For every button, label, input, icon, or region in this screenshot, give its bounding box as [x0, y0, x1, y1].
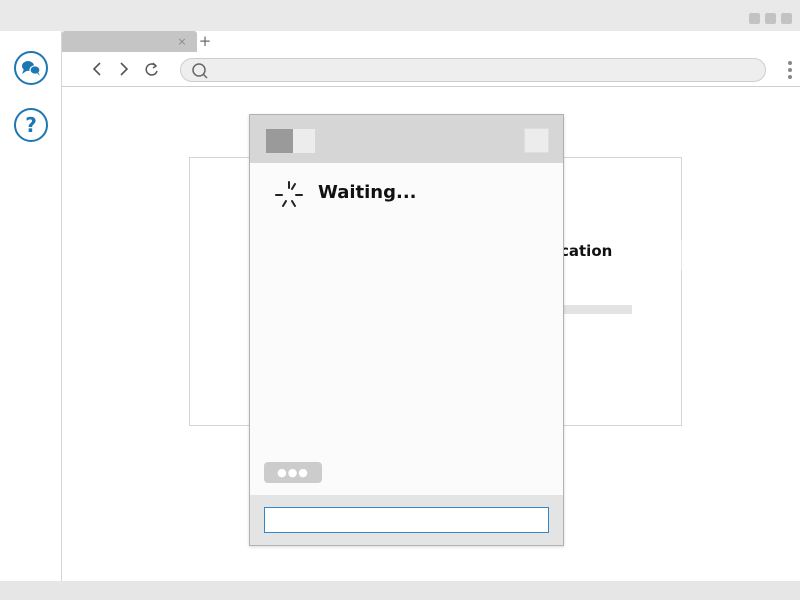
reload-button[interactable] [142, 58, 162, 80]
reload-icon [145, 62, 158, 76]
tab-close-icon[interactable]: × [176, 32, 188, 52]
back-button[interactable] [87, 58, 107, 80]
minimize-button[interactable] [749, 13, 760, 24]
forward-arrow-icon [120, 62, 129, 76]
card-text-placeholder [562, 305, 632, 314]
dialog-logo-dark [266, 129, 293, 153]
status-bar [0, 581, 800, 600]
waiting-status-text: Waiting... [318, 182, 417, 203]
window-close-button[interactable] [781, 13, 792, 24]
help-button[interactable]: ? [14, 108, 48, 142]
card-divider [681, 240, 682, 270]
back-arrow-icon [92, 62, 101, 76]
navbar-divider [62, 86, 800, 87]
forward-button[interactable] [114, 58, 134, 80]
dialog-close-button[interactable] [524, 128, 549, 153]
chat-button[interactable] [14, 51, 48, 85]
new-tab-button[interactable]: + [198, 31, 212, 51]
card-title: cation [560, 242, 613, 260]
typing-indicator: ●●● [264, 462, 322, 483]
spinner-icon [273, 179, 305, 211]
chat-bubbles-icon [22, 61, 41, 76]
address-bar[interactable] [180, 58, 766, 82]
message-input[interactable] [264, 507, 549, 533]
dialog-logo-light [293, 129, 315, 153]
maximize-button[interactable] [765, 13, 776, 24]
window-titlebar [0, 0, 800, 31]
search-icon [190, 61, 210, 81]
help-icon: ? [25, 113, 37, 137]
browser-menu-kebab-icon[interactable] [786, 58, 794, 82]
